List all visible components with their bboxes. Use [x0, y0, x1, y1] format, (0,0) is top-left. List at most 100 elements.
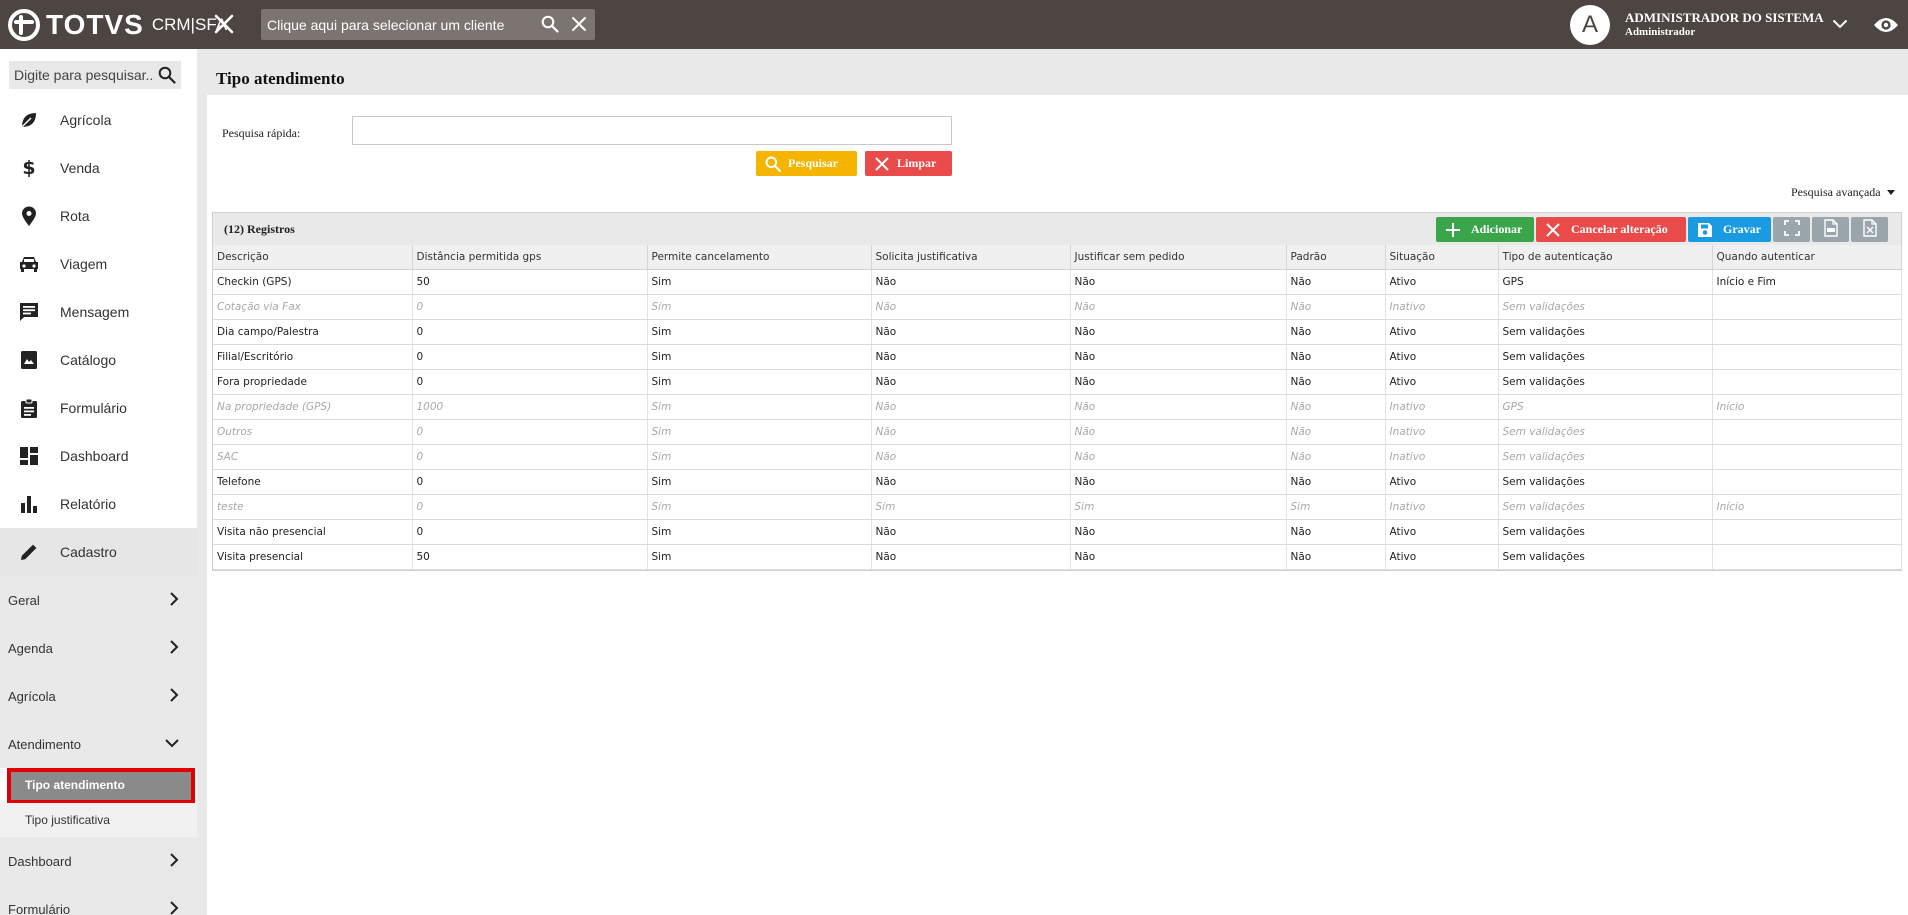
table-cell[interactable]: Ativo	[1385, 319, 1499, 345]
table-cell[interactable]: teste	[213, 494, 413, 520]
save-button[interactable]: Gravar	[1688, 217, 1771, 242]
table-cell[interactable]: Sim	[1286, 494, 1386, 520]
client-selector[interactable]	[261, 9, 595, 40]
table-cell[interactable]: Não	[1070, 469, 1287, 495]
sidebar-group-dashboard[interactable]: Dashboard	[0, 837, 197, 885]
table-row[interactable]: SAC 0 Sim Não Não Não Inativo Sem validações	[213, 444, 1902, 470]
clear-icon[interactable]	[571, 16, 587, 35]
chevron-down-icon[interactable]	[1832, 17, 1848, 34]
table-cell[interactable]	[1712, 344, 1902, 370]
search-button[interactable]: Pesquisar	[756, 151, 857, 176]
table-cell[interactable]: Não	[1286, 469, 1386, 495]
table-cell[interactable]: Outros	[213, 419, 413, 445]
table-cell[interactable]: Sem validações	[1498, 494, 1713, 520]
table-cell[interactable]: Não	[871, 544, 1071, 570]
table-row[interactable]: Cotação via Fax 0 Sim Não Não Não Inativo Sem v…	[213, 294, 1902, 320]
table-cell[interactable]: Início e Fim	[1712, 269, 1902, 295]
sidebar-item-cadastro[interactable]: Cadastro	[0, 528, 197, 576]
table-row[interactable]: Outros 0 Sim Não Não Não Inativo Sem validações	[213, 419, 1902, 445]
sidebar-item-mensagem[interactable]: Mensagem	[0, 288, 197, 336]
table-cell[interactable]: Não	[871, 269, 1071, 295]
sidebar-leaf-tipo-atendimento[interactable]: Tipo atendimento	[0, 768, 197, 804]
table-cell[interactable]: Ativo	[1385, 519, 1499, 545]
table-cell[interactable]: Telefone	[213, 469, 413, 495]
sidebar-group-geral[interactable]: Geral	[0, 576, 197, 624]
sidebar-item-venda[interactable]: $ Venda	[0, 144, 197, 192]
table-cell[interactable]: Sem validações	[1498, 469, 1713, 495]
table-cell[interactable]: Ativo	[1385, 369, 1499, 395]
table-cell[interactable]: Inativo	[1385, 494, 1499, 520]
table-cell[interactable]: Sem validações	[1498, 319, 1713, 345]
sidebar-item-relatorio[interactable]: Relatório	[0, 480, 197, 528]
table-cell[interactable]: SAC	[213, 444, 413, 470]
column-header[interactable]: Padrão	[1286, 245, 1386, 270]
table-cell[interactable]: Sim	[647, 369, 872, 395]
table-cell[interactable]: Sem validações	[1498, 294, 1713, 320]
table-cell[interactable]: 0	[412, 444, 648, 470]
sidebar-item-dashboard[interactable]: Dashboard	[0, 432, 197, 480]
avatar[interactable]: A	[1570, 5, 1610, 45]
totvs-logo[interactable]: TOTVS CRM|SFA	[8, 9, 227, 41]
search-icon[interactable]	[541, 15, 559, 36]
sidebar-item-viagem[interactable]: Viagem	[0, 240, 197, 288]
table-row[interactable]: Fora propriedade 0 Sim Não Não Não Ativo Sem va…	[213, 369, 1902, 395]
table-cell[interactable]: GPS	[1498, 394, 1713, 420]
table-cell[interactable]: Sim	[647, 519, 872, 545]
column-header[interactable]: Solicita justificativa	[871, 245, 1071, 270]
table-cell[interactable]: Início	[1712, 394, 1902, 420]
table-cell[interactable]: Não	[871, 519, 1071, 545]
column-header[interactable]: Tipo de autenticação	[1498, 245, 1713, 270]
table-cell[interactable]: 50	[412, 269, 648, 295]
table-cell[interactable]: Não	[871, 319, 1071, 345]
table-cell[interactable]: Sem validações	[1498, 444, 1713, 470]
table-cell[interactable]: 0	[412, 294, 648, 320]
table-cell[interactable]	[1712, 294, 1902, 320]
column-header[interactable]: Justificar sem pedido	[1070, 245, 1287, 270]
table-cell[interactable]: Sem validações	[1498, 544, 1713, 570]
table-cell[interactable]: Sim	[647, 344, 872, 370]
sidebar-group-agenda[interactable]: Agenda	[0, 624, 197, 672]
table-cell[interactable]: Ativo	[1385, 344, 1499, 370]
close-icon[interactable]	[212, 12, 236, 36]
table-cell[interactable]: Não	[1286, 369, 1386, 395]
table-cell[interactable]: 1000	[412, 394, 648, 420]
table-cell[interactable]: Dia campo/Palestra	[213, 319, 413, 345]
table-cell[interactable]: 0	[412, 469, 648, 495]
table-cell[interactable]: Não	[1070, 394, 1287, 420]
table-cell[interactable]: Cotação via Fax	[213, 294, 413, 320]
table-cell[interactable]: Não	[871, 369, 1071, 395]
search-icon[interactable]	[158, 66, 176, 87]
table-row[interactable]: Na propriedade (GPS) 1000 Sim Não Não Não Inat…	[213, 394, 1902, 420]
table-cell[interactable]: Início	[1712, 494, 1902, 520]
table-cell[interactable]: 0	[412, 419, 648, 445]
table-cell[interactable]: Não	[1070, 444, 1287, 470]
table-row[interactable]: Telefone 0 Sim Não Não Não Ativo Sem validações	[213, 469, 1902, 495]
sidebar-group-atendimento[interactable]: Atendimento	[0, 720, 197, 768]
table-cell[interactable]: Sim	[647, 394, 872, 420]
table-cell[interactable]: Sem validações	[1498, 344, 1713, 370]
table-cell[interactable]: Não	[1286, 419, 1386, 445]
table-cell[interactable]: 50	[412, 544, 648, 570]
table-cell[interactable]: Ativo	[1385, 469, 1499, 495]
table-cell[interactable]: Fora propriedade	[213, 369, 413, 395]
table-row[interactable]: Checkin (GPS) 50 Sim Não Não Não Ativo GPS Iníci…	[213, 269, 1902, 295]
clear-button[interactable]: Limpar	[865, 151, 952, 176]
table-cell[interactable]: Não	[1070, 544, 1287, 570]
table-cell[interactable]: Sim	[1070, 494, 1287, 520]
advanced-search-toggle[interactable]: Pesquisa avançada	[1791, 185, 1895, 200]
table-cell[interactable]: Sem validações	[1498, 519, 1713, 545]
table-row[interactable]: Visita não presencial 0 Sim Não Não Não Ativo S…	[213, 519, 1902, 545]
add-button[interactable]: Adicionar	[1436, 217, 1534, 242]
sidebar-search-input[interactable]	[9, 61, 154, 89]
table-cell[interactable]: Não	[1286, 519, 1386, 545]
table-cell[interactable]: 0	[412, 344, 648, 370]
table-cell[interactable]: Não	[871, 394, 1071, 420]
table-cell[interactable]	[1712, 444, 1902, 470]
table-cell[interactable]: GPS	[1498, 269, 1713, 295]
sidebar-leaf-tipo-justificativa[interactable]: Tipo justificativa	[0, 803, 197, 837]
table-cell[interactable]: Não	[1286, 394, 1386, 420]
table-cell[interactable]: 0	[412, 519, 648, 545]
table-cell[interactable]: Não	[1286, 294, 1386, 320]
table-row[interactable]: Dia campo/Palestra 0 Sim Não Não Não Ativo Sem …	[213, 319, 1902, 345]
table-cell[interactable]	[1712, 469, 1902, 495]
